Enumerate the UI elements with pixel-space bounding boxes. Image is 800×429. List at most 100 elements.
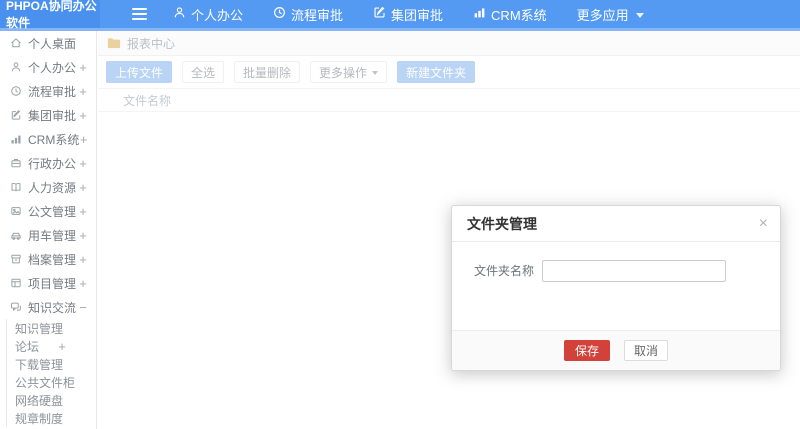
- cancel-button[interactable]: 取消: [624, 340, 669, 361]
- batch-delete-button[interactable]: 批量删除: [234, 61, 301, 83]
- user-icon: [10, 61, 22, 73]
- toolbar: 上传文件 全选 批量删除 更多操作 新建文件夹: [98, 56, 800, 88]
- folder-name-label: 文件夹名称: [474, 264, 535, 278]
- sidebar-item-label: 个人桌面: [28, 36, 77, 51]
- nav-item-label: 个人办公: [191, 7, 244, 23]
- sidebar-item-personal-office[interactable]: 个人办公 +: [0, 55, 96, 79]
- sidebar-item-label: 知识交流: [28, 300, 77, 315]
- clock-icon: [273, 6, 291, 22]
- folder-management-dialog: 文件夹管理 × 文件夹名称 保存 取消: [451, 205, 781, 371]
- book-icon: [10, 181, 22, 193]
- nav-item-crm-system[interactable]: CRM系统: [473, 5, 547, 24]
- sidebar-subitem-label: 论坛: [15, 339, 40, 354]
- file-name-column-header: 文件名称: [123, 93, 172, 108]
- sidebar-subitem-label: 规章制度: [15, 411, 64, 426]
- sidebar-subitem-knowledge-mgmt[interactable]: 知识管理: [7, 319, 96, 337]
- breadcrumb-label: 报表中心: [127, 36, 176, 51]
- folder-icon: [107, 38, 121, 49]
- dialog-footer: 保存 取消: [452, 330, 780, 370]
- sidebar-item-label: 用车管理: [28, 228, 77, 243]
- sidebar-subitem-download-mgmt[interactable]: 下载管理: [7, 355, 96, 373]
- sidebar-subitem-label: 知识管理: [15, 321, 64, 336]
- expand-toggle[interactable]: +: [78, 228, 88, 243]
- briefcase-icon: [10, 157, 22, 169]
- top-navbar: PHPOA协同办公软件 个人办公 流程审批 集团审批 CRM系统 更多应用: [0, 0, 800, 31]
- sidebar-item-document-mgmt[interactable]: 公文管理 +: [0, 199, 96, 223]
- sidebar-item-group-approval[interactable]: 集团审批 +: [0, 103, 96, 127]
- sidebar-item-vehicle-mgmt[interactable]: 用车管理 +: [0, 223, 96, 247]
- archive-icon: [10, 253, 22, 265]
- project-icon: [10, 277, 22, 289]
- app-window: PHPOA协同办公软件 个人办公 流程审批 集团审批 CRM系统 更多应用 个人…: [0, 0, 800, 429]
- dialog-title: 文件夹管理: [467, 215, 537, 232]
- document-icon: [10, 205, 22, 217]
- nav-item-label: 集团审批: [391, 7, 444, 23]
- sidebar-item-archive-mgmt[interactable]: 档案管理 +: [0, 247, 96, 271]
- sidebar-subitem-label: 网络硬盘: [15, 393, 64, 408]
- bar-chart-icon: [473, 6, 491, 22]
- dialog-body: 文件夹名称: [452, 242, 780, 330]
- clock-icon: [10, 85, 22, 97]
- sidebar-item-label: 流程审批: [28, 84, 77, 99]
- app-logo: PHPOA协同办公软件: [0, 0, 100, 30]
- sidebar-item-crm-system[interactable]: CRM系统 +: [0, 127, 96, 151]
- expand-toggle[interactable]: +: [78, 108, 88, 123]
- sidebar-item-workflow-approval[interactable]: 流程审批 +: [0, 79, 96, 103]
- sidebar-subitem-forum[interactable]: 论坛 +: [7, 337, 96, 355]
- more-operations-label: 更多操作: [319, 65, 368, 80]
- sidebar-subitem-label: 下载管理: [15, 357, 64, 372]
- nav-item-more-apps[interactable]: 更多应用: [577, 5, 644, 24]
- expand-toggle[interactable]: +: [79, 132, 88, 147]
- sidebar-subitem-rules[interactable]: 规章制度: [7, 409, 96, 427]
- nav-item-label: CRM系统: [491, 7, 547, 23]
- sidebar-subitem-public-file-cabinet[interactable]: 公共文件柜: [7, 373, 96, 391]
- new-folder-button[interactable]: 新建文件夹: [397, 61, 476, 83]
- sidebar-subitem-network-disk[interactable]: 网络硬盘: [7, 391, 96, 409]
- file-list-header: 文件名称: [98, 88, 800, 112]
- upload-file-button[interactable]: 上传文件: [106, 61, 173, 83]
- chat-icon: [10, 301, 22, 313]
- hamburger-menu-icon[interactable]: [132, 8, 147, 20]
- home-icon: [10, 37, 22, 49]
- car-icon: [10, 229, 22, 241]
- sidebar-item-label: 项目管理: [28, 276, 77, 291]
- sidebar-item-label: CRM系统: [28, 132, 80, 147]
- expand-toggle[interactable]: +: [78, 276, 88, 291]
- sidebar-item-hr[interactable]: 人力资源 +: [0, 175, 96, 199]
- select-all-button[interactable]: 全选: [182, 61, 225, 83]
- more-operations-button[interactable]: 更多操作: [310, 61, 388, 83]
- expand-toggle[interactable]: +: [78, 252, 88, 267]
- edit-icon: [373, 6, 391, 22]
- nav-item-group-approval[interactable]: 集团审批: [373, 5, 443, 24]
- folder-name-input[interactable]: [542, 260, 727, 282]
- close-icon[interactable]: ×: [759, 215, 768, 232]
- user-icon: [173, 6, 191, 22]
- nav-item-label: 流程审批: [291, 7, 344, 23]
- sidebar-item-project-mgmt[interactable]: 项目管理 +: [0, 271, 96, 295]
- sidebar: 个人桌面 个人办公 + 流程审批 + 集团审批 + CRM系统 + 行政办公 +: [0, 31, 97, 429]
- sidebar-item-label: 集团审批: [28, 108, 77, 123]
- breadcrumb: 报表中心: [98, 31, 800, 56]
- dialog-header: 文件夹管理 ×: [452, 206, 780, 242]
- sidebar-item-label: 公文管理: [28, 204, 77, 219]
- expand-toggle[interactable]: −: [78, 300, 88, 315]
- expand-toggle[interactable]: +: [78, 84, 88, 99]
- sidebar-item-label: 行政办公: [28, 156, 77, 171]
- sidebar-item-label: 个人办公: [28, 60, 77, 75]
- sidebar-item-personal-desktop[interactable]: 个人桌面: [0, 31, 96, 55]
- save-button[interactable]: 保存: [563, 340, 610, 361]
- sidebar-item-label: 档案管理: [28, 252, 77, 267]
- expand-toggle[interactable]: +: [78, 180, 88, 195]
- expand-toggle[interactable]: +: [78, 60, 88, 75]
- expand-toggle[interactable]: +: [78, 204, 88, 219]
- nav-item-personal-office[interactable]: 个人办公: [173, 5, 243, 24]
- nav-item-workflow-approval[interactable]: 流程审批: [273, 5, 343, 24]
- knowledge-exchange-submenu: 知识管理 论坛 + 下载管理 公共文件柜 网络硬盘 规章制度: [6, 319, 96, 427]
- caret-down-icon: [372, 70, 379, 75]
- expand-toggle[interactable]: +: [78, 156, 88, 171]
- sidebar-subitem-label: 公共文件柜: [15, 375, 76, 390]
- expand-toggle[interactable]: +: [57, 339, 67, 354]
- sidebar-item-knowledge-exchange[interactable]: 知识交流 −: [0, 295, 96, 319]
- edit-icon: [10, 109, 22, 121]
- sidebar-item-admin-office[interactable]: 行政办公 +: [0, 151, 96, 175]
